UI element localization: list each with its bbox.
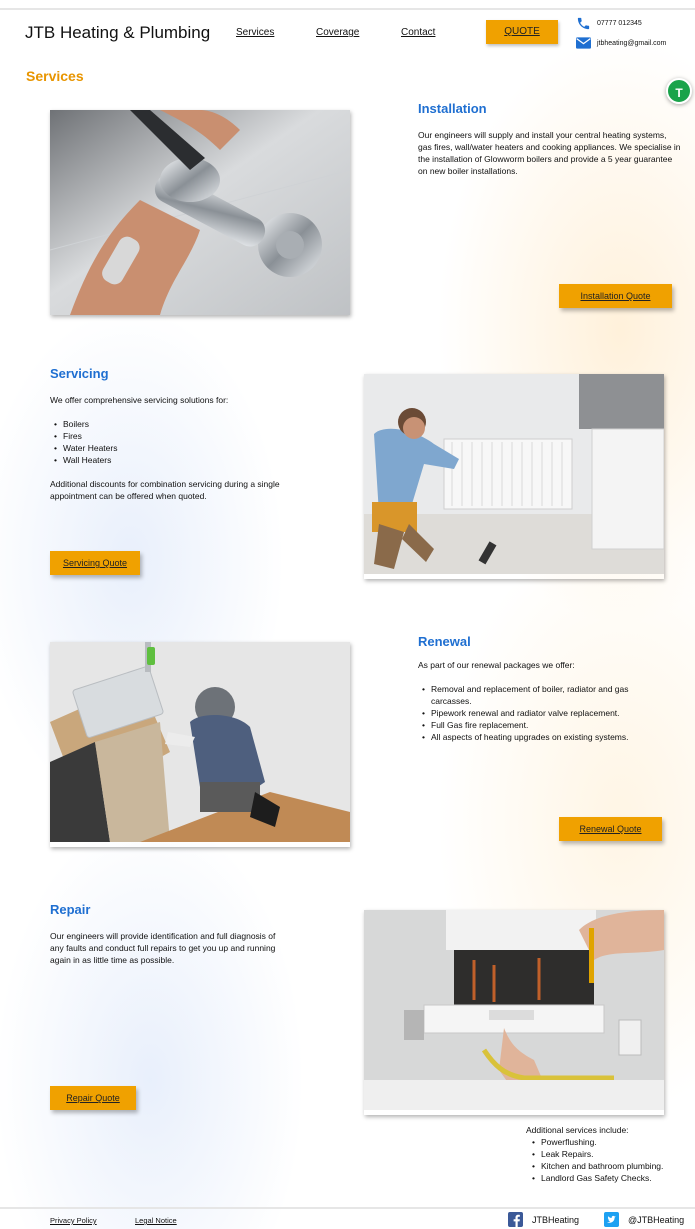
list-item: Water Heaters [50,442,290,454]
nav-contact-link[interactable]: Contact [401,27,435,38]
privacy-policy-link[interactable]: Privacy Policy [50,1216,97,1225]
servicing-photo [364,374,664,579]
facebook-link[interactable]: JTBHeating [508,1212,579,1227]
twitter-handle: @JTBHeating [628,1214,685,1225]
phone-contact[interactable]: 07777 012345 [576,16,642,31]
email-contact[interactable]: jtbheating@gmail.com [576,37,666,49]
renewal-text: As part of our renewal packages we offer… [418,659,658,743]
email-address: jtbheating@gmail.com [597,39,667,47]
facebook-handle: JTBHeating [532,1214,580,1225]
servicing-intro: We offer comprehensive servicing solutio… [50,395,229,405]
phone-icon [577,17,590,30]
quote-button[interactable]: QUOTE [486,20,558,44]
repair-quote-button[interactable]: Repair Quote [50,1086,136,1110]
list-item: Wall Heaters [50,454,290,466]
additional-heading: Additional services include: [526,1125,629,1135]
nav-coverage-link[interactable]: Coverage [316,27,359,38]
installation-quote-button[interactable]: Installation Quote [559,284,672,308]
repair-text: Our engineers will provide identificatio… [50,931,276,965]
list-item: Boilers [50,418,290,430]
renewal-intro: As part of our renewal packages we offer… [418,660,575,670]
servicing-quote-button[interactable]: Servicing Quote [50,551,140,575]
installation-title: Installation [418,101,487,116]
renewal-list: Removal and replacement of boiler, radia… [418,683,654,743]
servicing-outro: Additional discounts for combination ser… [50,479,280,501]
renewal-photo [50,642,350,847]
twitter-icon [604,1212,619,1227]
twitter-link[interactable]: @JTBHeating [604,1212,684,1227]
list-item: Full Gas fire replacement. [418,719,654,731]
list-item: Removal and replacement of boiler, radia… [418,683,654,707]
additional-list: Powerflushing. Leak Repairs. Kitchen and… [528,1136,676,1184]
legal-notice-link[interactable]: Legal Notice [135,1216,177,1225]
renewal-quote-button[interactable]: Renewal Quote [559,817,662,841]
nav-services-link[interactable]: Services [236,27,274,38]
list-item: Kitchen and bathroom plumbing. [528,1160,676,1172]
facebook-icon [508,1212,523,1227]
list-item: Landlord Gas Safety Checks. [528,1172,676,1184]
list-item: Pipework renewal and radiator valve repl… [418,707,654,719]
page-title: Services [26,68,84,84]
brand-name[interactable]: JTB Heating & Plumbing [25,23,210,43]
list-item: Leak Repairs. [528,1148,676,1160]
list-item: Powerflushing. [528,1136,676,1148]
installation-text: Our engineers will supply and install yo… [418,130,681,176]
renewal-title: Renewal [418,634,471,649]
servicing-list: Boilers Fires Water Heaters Wall Heaters [50,418,290,466]
repair-photo [364,910,664,1115]
list-item: All aspects of heating upgrades on exist… [418,731,654,743]
avatar[interactable]: T [666,78,692,104]
installation-photo [50,110,350,315]
servicing-text: We offer comprehensive servicing solutio… [50,394,290,502]
servicing-title: Servicing [50,366,109,381]
additional-services: Additional services include: Powerflushi… [526,1124,676,1184]
site-header: JTB Heating & Plumbing Services Coverage… [0,10,695,60]
phone-number: 07777 012345 [597,20,642,27]
footer-divider [0,1207,695,1209]
list-item: Fires [50,430,290,442]
mail-icon [576,37,591,49]
repair-title: Repair [50,902,91,917]
